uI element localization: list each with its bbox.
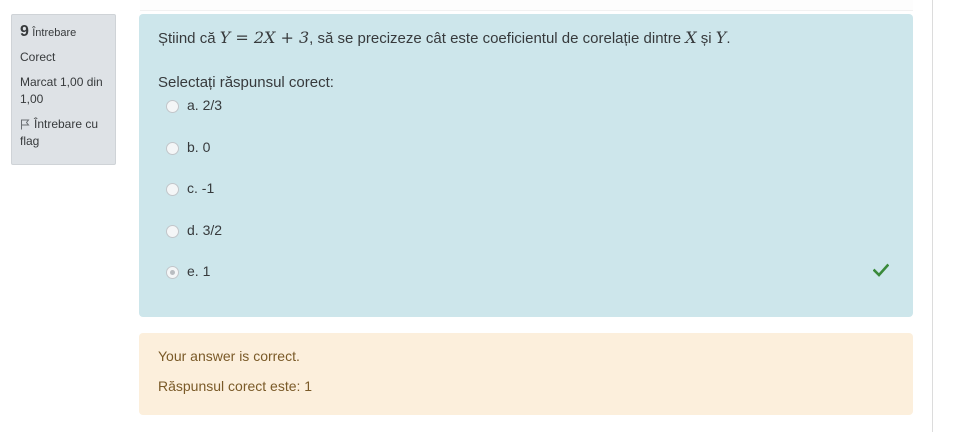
- general-feedback: Your answer is correct.: [158, 348, 300, 364]
- right-answer: Răspunsul corect este: 1: [158, 378, 313, 394]
- answer-radio[interactable]: [166, 100, 179, 113]
- previous-question-edge: [140, 0, 913, 11]
- answer-label: d. 3/2: [187, 221, 223, 238]
- question-text-part: , să se precizeze cât este coeficientul …: [309, 30, 686, 47]
- question-info-panel: 9 Întrebare Corect Marcat 1,00 din 1,00 …: [11, 14, 116, 165]
- flag-icon: [21, 119, 30, 130]
- answer-option-a[interactable]: a. 2/3: [158, 97, 894, 139]
- answer-label: b. 0: [187, 138, 211, 155]
- question-word: Întrebare: [32, 27, 77, 39]
- question-number: 9: [20, 23, 29, 40]
- question-text-part: și: [696, 30, 716, 47]
- math-variable-x: X: [685, 28, 697, 47]
- answer-option-e[interactable]: e. 1: [158, 263, 894, 305]
- answer-option-b[interactable]: b. 0: [158, 139, 894, 181]
- answer-prompt: Selectați răspunsul corect:: [158, 74, 334, 91]
- question-formulation: Știind că Y = 2X + 3, să se precizeze câ…: [139, 14, 913, 317]
- question-text-part: Știind că: [158, 30, 220, 47]
- answer-option-c[interactable]: c. -1: [158, 180, 894, 222]
- answer-list: a. 2/3 b. 0 c. -1 d. 3/2 e. 1: [158, 97, 894, 305]
- feedback-panel: Your answer is correct. Răspunsul corect…: [139, 333, 913, 415]
- answer-radio[interactable]: [166, 141, 179, 155]
- flag-label: Întrebare cu flag: [20, 117, 99, 148]
- question-grade: Marcat 1,00 din 1,00: [20, 75, 103, 106]
- answer-label: c. -1: [187, 180, 215, 196]
- question-state: Corect: [20, 50, 56, 64]
- question-text-part: .: [726, 30, 731, 47]
- answer-option-d[interactable]: d. 3/2: [158, 222, 894, 264]
- question-text: Știind că Y = 2X + 3, să se precizeze câ…: [158, 28, 894, 50]
- page-divider: [932, 0, 933, 432]
- answer-radio[interactable]: [166, 224, 179, 238]
- math-variable-y: Y: [715, 28, 727, 47]
- flag-question-link[interactable]: Întrebare cu flag: [20, 116, 107, 150]
- answer-radio-selected[interactable]: [166, 266, 179, 279]
- answer-label: a. 2/3: [187, 97, 223, 113]
- math-formula: Y = 2X + 3: [219, 28, 310, 47]
- check-icon: [873, 263, 889, 277]
- answer-radio[interactable]: [166, 183, 179, 196]
- answer-label: e. 1: [187, 263, 211, 279]
